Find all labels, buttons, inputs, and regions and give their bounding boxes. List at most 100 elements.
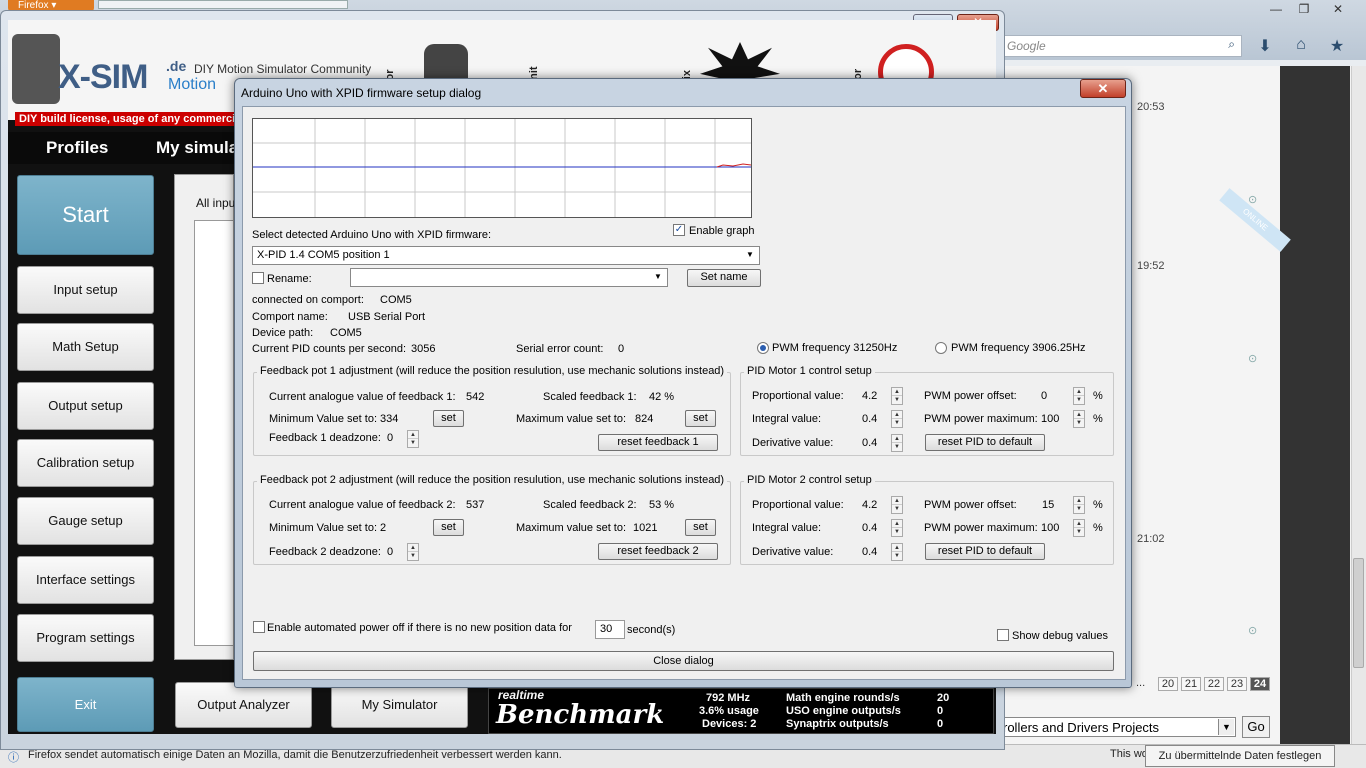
rename-combo[interactable]: ▼ (350, 268, 668, 287)
chevron-down-icon[interactable]: ▼ (653, 272, 663, 282)
pid2-offset-label: PWM power offset: (924, 499, 1017, 511)
scrollbar-thumb[interactable] (1353, 558, 1364, 668)
my-simulator-button[interactable]: My Simulator (331, 682, 468, 728)
bench-label: Synaptrix outputs/s (786, 718, 889, 730)
pid-motor-2-title: PID Motor 2 control setup (744, 474, 875, 486)
enable-graph-label: Enable graph (689, 225, 755, 237)
pid1-int-spinner[interactable]: ▲ ▼ (891, 410, 903, 428)
browser-tab[interactable] (98, 0, 348, 9)
scroll-up-icon[interactable]: ⊙ (1248, 624, 1257, 637)
fb2-set-min-button[interactable]: set (433, 519, 464, 536)
page-link-current[interactable]: 24 (1250, 677, 1270, 691)
post-time: 21:02 (1137, 533, 1165, 545)
pid2-max-label: PWM power maximum: (924, 522, 1038, 534)
fb2-set-max-button[interactable]: set (685, 519, 716, 536)
pwm-31250-radio[interactable] (757, 342, 769, 354)
fb2-scaled-value: 53 % (649, 499, 675, 511)
pid1-max-spinner[interactable]: ▲ ▼ (1073, 410, 1085, 428)
scroll-up-icon[interactable]: ⊙ (1248, 352, 1257, 365)
search-icon[interactable]: ⌕ (1228, 37, 1235, 52)
pid2-der-label: Derivative value: (752, 546, 834, 558)
page-link[interactable]: 20 (1158, 677, 1178, 691)
enable-graph-checkbox[interactable]: ✓ (673, 224, 685, 236)
calibration-setup-button[interactable]: Calibration setup (17, 439, 154, 487)
bench-value: 0 (937, 705, 944, 717)
fb2-min-label: Minimum Value set to: (269, 522, 378, 534)
fb2-deadzone-spinner[interactable]: ▲ ▼ (407, 543, 419, 561)
pid1-der-label: Derivative value: (752, 437, 834, 449)
pid2-reset-button[interactable]: reset PID to default (925, 543, 1045, 560)
pid1-prop-label: Proportional value: (752, 390, 844, 402)
pid2-offset-spinner[interactable]: ▲ ▼ (1073, 496, 1085, 514)
feedback-graph (252, 118, 752, 218)
select-device-label: Select detected Arduino Uno with XPID fi… (252, 229, 492, 241)
pid1-prop-value: 4.2 (862, 390, 878, 402)
serial-error-label: Serial error count: (516, 343, 604, 355)
pid2-int-spinner[interactable]: ▲ ▼ (891, 519, 903, 537)
pid1-reset-button[interactable]: reset PID to default (925, 434, 1045, 451)
input-list[interactable] (194, 220, 234, 646)
gauge-setup-button[interactable]: Gauge setup (17, 497, 154, 545)
forum-jump-select[interactable]: rollers and Drivers Projects ▼ (1000, 717, 1236, 737)
percent-label: % (1093, 413, 1103, 425)
exit-button[interactable]: Exit (17, 677, 154, 732)
reset-feedback-1-button[interactable]: reset feedback 1 (598, 434, 718, 451)
bench-label: USO engine outputs/s (786, 705, 901, 717)
pid1-offset-spinner[interactable]: ▲ ▼ (1073, 387, 1085, 405)
program-settings-button[interactable]: Program settings (17, 614, 154, 662)
output-analyzer-button[interactable]: Output Analyzer (175, 682, 312, 728)
notification-text: Firefox sendet automatisch einige Daten … (28, 749, 562, 761)
pid2-der-spinner[interactable]: ▲ ▼ (891, 543, 903, 561)
go-button[interactable]: Go (1242, 716, 1270, 738)
reset-feedback-2-button[interactable]: reset feedback 2 (598, 543, 718, 560)
home-icon[interactable]: ⌂ (1290, 36, 1312, 56)
fb1-current-label: Current analogue value of feedback 1: (269, 391, 456, 403)
input-setup-button[interactable]: Input setup (17, 266, 154, 314)
pid2-prop-spinner[interactable]: ▲ ▼ (891, 496, 903, 514)
choose-data-button[interactable]: Zu übermittelnde Daten festlegen (1145, 745, 1335, 767)
nav-profiles[interactable]: Profiles (46, 138, 108, 158)
device-select[interactable]: X-PID 1.4 COM5 position 1 ▼ (252, 246, 760, 265)
nav-my-simulator[interactable]: My simula (156, 138, 238, 158)
device-path-label: Device path: (252, 327, 314, 339)
auto-power-off-checkbox[interactable] (253, 621, 265, 633)
page-link[interactable]: 22 (1204, 677, 1224, 691)
minimize-icon[interactable]: — (1262, 0, 1290, 18)
pid1-der-spinner[interactable]: ▲ ▼ (891, 434, 903, 452)
fb1-set-min-button[interactable]: set (433, 410, 464, 427)
close-icon[interactable]: ✕ (1080, 79, 1126, 98)
fb1-set-max-button[interactable]: set (685, 410, 716, 427)
pwm-3906-radio[interactable] (935, 342, 947, 354)
feedback-2-title: Feedback pot 2 adjustment (will reduce t… (257, 474, 728, 486)
show-debug-label: Show debug values (1012, 630, 1109, 642)
cpu-mhz: 792 MHz (706, 692, 751, 704)
close-dialog-button[interactable]: Close dialog (253, 651, 1114, 671)
rename-checkbox[interactable] (252, 272, 264, 284)
fb1-deadzone-spinner[interactable]: ▲ ▼ (407, 430, 419, 448)
devices-count: Devices: 2 (702, 718, 757, 730)
output-setup-button[interactable]: Output setup (17, 382, 154, 430)
page-link[interactable]: 23 (1227, 677, 1247, 691)
bookmark-icon[interactable]: ★ (1326, 36, 1348, 56)
math-setup-button[interactable]: Math Setup (17, 323, 154, 371)
start-button[interactable]: Start (17, 175, 154, 255)
set-name-button[interactable]: Set name (687, 269, 761, 287)
fb1-max-value: 824 (635, 413, 654, 425)
close-icon[interactable]: ✕ (1324, 0, 1352, 18)
search-input[interactable]: Google ⌕ (1000, 35, 1242, 57)
timeout-seconds-input[interactable]: 30 (595, 620, 625, 639)
chevron-down-icon[interactable]: ▼ (745, 250, 755, 260)
pid1-prop-spinner[interactable]: ▲ ▼ (891, 387, 903, 405)
pid-counts-value: 3056 (411, 343, 436, 355)
pid2-max-spinner[interactable]: ▲ ▼ (1073, 519, 1085, 537)
pid1-max-value: 100 (1041, 413, 1060, 425)
page-link[interactable]: 21 (1181, 677, 1201, 691)
chevron-down-icon[interactable]: ▼ (1218, 719, 1234, 735)
percent-label: % (1093, 499, 1103, 511)
show-debug-checkbox[interactable] (997, 629, 1009, 641)
pid2-prop-label: Proportional value: (752, 499, 844, 511)
maximize-icon[interactable]: ❐ (1290, 0, 1318, 18)
percent-label: % (1093, 522, 1103, 534)
download-icon[interactable]: ⬇ (1254, 36, 1276, 56)
interface-settings-button[interactable]: Interface settings (17, 556, 154, 604)
